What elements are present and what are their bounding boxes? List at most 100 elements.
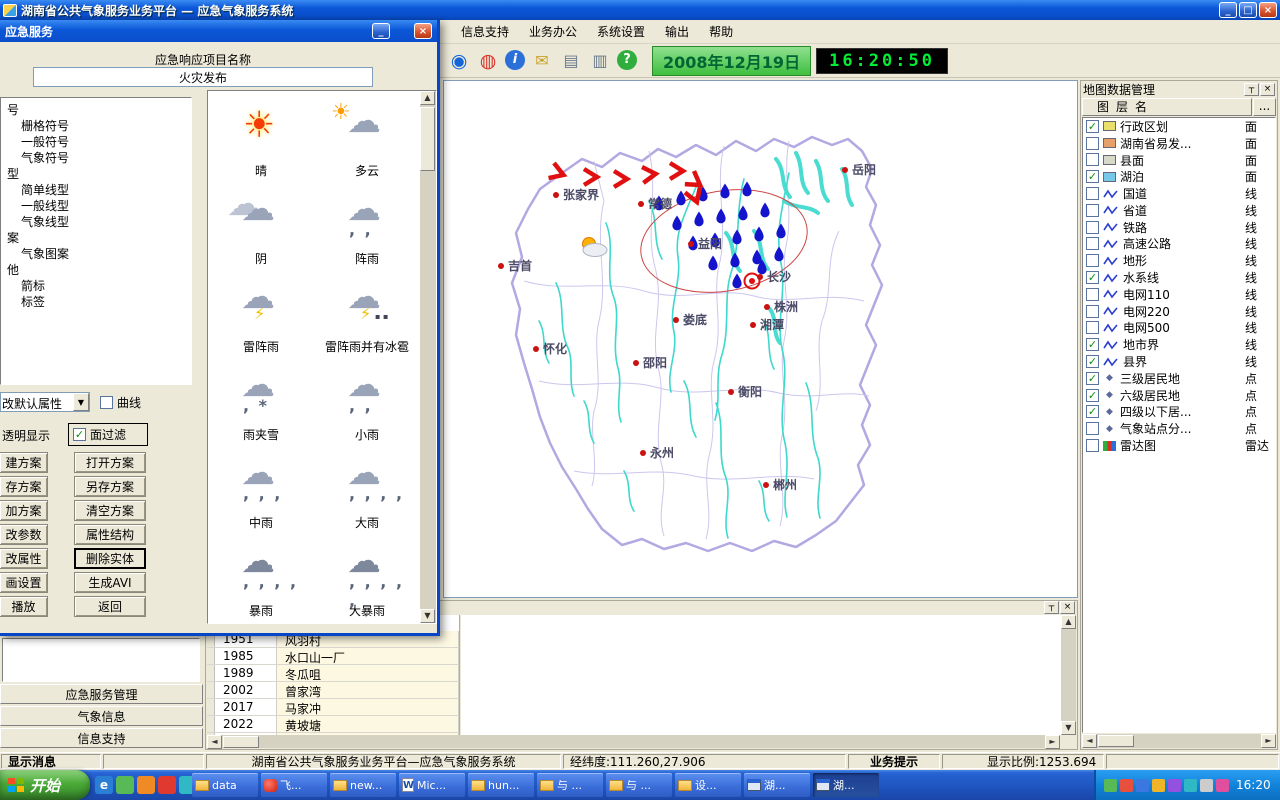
dialog-button[interactable]: 删除实体 [74, 548, 146, 569]
layer-checkbox[interactable]: ✓ [1086, 405, 1099, 418]
globe-icon[interactable]: ◉ [447, 50, 471, 72]
pin-icon[interactable]: ┬ [1044, 601, 1059, 614]
tree-item-5[interactable]: 型 [1, 166, 191, 182]
table-row[interactable]: 1989冬瓜咀 [207, 665, 459, 682]
dialog-button[interactable]: 加方案 [0, 500, 48, 521]
tray-icon-6[interactable] [1184, 779, 1197, 792]
dialog-button[interactable]: 存方案 [0, 476, 48, 497]
tree-item-8[interactable]: 气象线型 [1, 214, 191, 230]
tree-item-3[interactable]: 一般符号 [1, 134, 191, 150]
weather-symbol-rain-3[interactable]: ☁, , , ,大雨 [314, 447, 420, 535]
scroll-down-icon[interactable]: ▼ [1061, 721, 1076, 735]
tree-item-2[interactable]: 栅格符号 [1, 118, 191, 134]
layer-row[interactable]: 电网110线 [1083, 286, 1275, 303]
show-desktop-icon[interactable] [116, 776, 134, 794]
pin-icon[interactable]: ┬ [1244, 83, 1259, 96]
menu-item-5[interactable]: 帮助 [700, 20, 742, 43]
layer-checkbox[interactable] [1086, 422, 1099, 435]
weather-symbol-rain-1[interactable]: ☁, ,小雨 [314, 359, 420, 447]
taskbar-item-5[interactable]: hun... [468, 773, 534, 797]
layer-row[interactable]: ✓水系线线 [1083, 269, 1275, 286]
city-marker[interactable]: 张家界 [553, 187, 599, 202]
dialog-minimize-button[interactable]: _ [372, 23, 390, 39]
layer-checkbox[interactable]: ✓ [1086, 338, 1099, 351]
default-property-dropdown[interactable]: 改默认属性 ▼ [0, 392, 90, 412]
city-marker[interactable]: 吉首 [498, 258, 532, 273]
menu-item-1[interactable]: 信息支持 [452, 20, 518, 43]
dialog-button[interactable]: 改属性 [0, 548, 48, 569]
dialog-button[interactable]: 属性结构 [74, 524, 146, 545]
layer-row[interactable]: 高速公路线 [1083, 236, 1275, 253]
ie-icon[interactable]: e [95, 776, 113, 794]
tree-item-9[interactable]: 案 [1, 230, 191, 246]
weather-symbol-thunder-hail[interactable]: ☁⚡▪ ▪雷阵雨并有冰雹 [314, 271, 420, 359]
layer-name-column[interactable]: 图层名 [1082, 98, 1252, 116]
chevron-down-icon[interactable]: ▼ [73, 393, 89, 411]
city-marker[interactable]: 郴州 [763, 478, 797, 492]
print-icon[interactable]: ▤ [559, 50, 583, 72]
layer-checkbox[interactable] [1086, 305, 1099, 318]
dialog-button[interactable]: 生成AVI [74, 572, 146, 593]
layer-checkbox[interactable] [1086, 321, 1099, 334]
layers-hscrollbar[interactable]: ◄ ► [1082, 734, 1276, 748]
layer-checkbox[interactable]: ✓ [1086, 372, 1099, 385]
project-name-input[interactable] [33, 67, 373, 87]
layer-row[interactable]: ✓◆四级以下居...点 [1083, 404, 1275, 421]
layer-checkbox[interactable] [1086, 439, 1099, 452]
dialog-button[interactable]: 打开方案 [74, 452, 146, 473]
city-marker[interactable]: 常德 [638, 196, 672, 211]
layer-checkbox[interactable] [1086, 204, 1099, 217]
dialog-button[interactable]: 画设置 [0, 572, 48, 593]
qq-icon[interactable] [158, 776, 176, 794]
taskbar-item-10[interactable]: 湖... [813, 773, 879, 797]
scroll-thumb[interactable] [1098, 735, 1134, 747]
dialog-button[interactable]: 返回 [74, 596, 146, 617]
tray-icon-1[interactable] [1104, 779, 1117, 792]
layer-row[interactable]: ✓地市界线 [1083, 336, 1275, 353]
curve-checkbox[interactable] [100, 396, 113, 409]
city-marker[interactable]: 湘潭 [750, 317, 784, 332]
scroll-thumb[interactable] [420, 107, 435, 171]
layer-row[interactable]: 铁路线 [1083, 219, 1275, 236]
layer-checkbox[interactable]: ✓ [1086, 271, 1099, 284]
layer-row[interactable]: ✓湖泊面 [1083, 168, 1275, 185]
layer-row[interactable]: 国道线 [1083, 185, 1275, 202]
table-row[interactable]: 2022黄坡塘 [207, 716, 459, 733]
weather-symbol-sleet[interactable]: ☁, *雨夹雪 [208, 359, 314, 447]
menu-item-2[interactable]: 业务办公 [520, 20, 586, 43]
tree-item-11[interactable]: 他 [1, 262, 191, 278]
help-icon[interactable]: ? [617, 50, 637, 70]
layer-checkbox[interactable] [1086, 254, 1099, 267]
layer-checkbox[interactable] [1086, 237, 1099, 250]
scroll-right-icon[interactable]: ► [1045, 735, 1060, 749]
tree-item-7[interactable]: 一般线型 [1, 198, 191, 214]
weather-symbol-rain-2[interactable]: ☁, , ,中雨 [208, 447, 314, 535]
bottom-hscrollbar[interactable]: ◄ ► [207, 735, 1060, 748]
weather-vscrollbar[interactable]: ▲ ▼ [420, 91, 436, 623]
scroll-thumb[interactable] [223, 736, 259, 748]
left-nav-button-2[interactable]: 气象信息 [0, 706, 203, 726]
tray-icon-2[interactable] [1120, 779, 1133, 792]
layer-row[interactable]: ✓◆六级居民地点 [1083, 387, 1275, 404]
layer-checkbox[interactable]: ✓ [1086, 170, 1099, 183]
table-row[interactable]: 1985水口山一厂 [207, 648, 459, 665]
dialog-button[interactable]: 播放 [0, 596, 48, 617]
scroll-down-icon[interactable]: ▼ [420, 609, 435, 623]
layer-row[interactable]: 电网220线 [1083, 303, 1275, 320]
tray-icon-4[interactable] [1152, 779, 1165, 792]
minimize-button[interactable]: _ [1219, 2, 1237, 18]
more-button[interactable]: ... [1253, 98, 1276, 116]
scroll-right-icon[interactable]: ► [1261, 734, 1276, 748]
weather-symbol-sun-cloud[interactable]: ☀☁多云 [314, 95, 420, 183]
layer-row[interactable]: 湖南省易发...面 [1083, 135, 1275, 152]
layer-checkbox[interactable] [1086, 221, 1099, 234]
media-player-icon[interactable] [137, 776, 155, 794]
city-marker[interactable]: 株洲 [764, 299, 798, 314]
dialog-button[interactable]: 另存方案 [74, 476, 146, 497]
taskbar-item-9[interactable]: 湖... [744, 773, 810, 797]
tree-item-10[interactable]: 气象图案 [1, 246, 191, 262]
tray-icon-3[interactable] [1136, 779, 1149, 792]
layer-checkbox[interactable] [1086, 153, 1099, 166]
layer-checkbox[interactable] [1086, 288, 1099, 301]
layer-checkbox[interactable]: ✓ [1086, 355, 1099, 368]
